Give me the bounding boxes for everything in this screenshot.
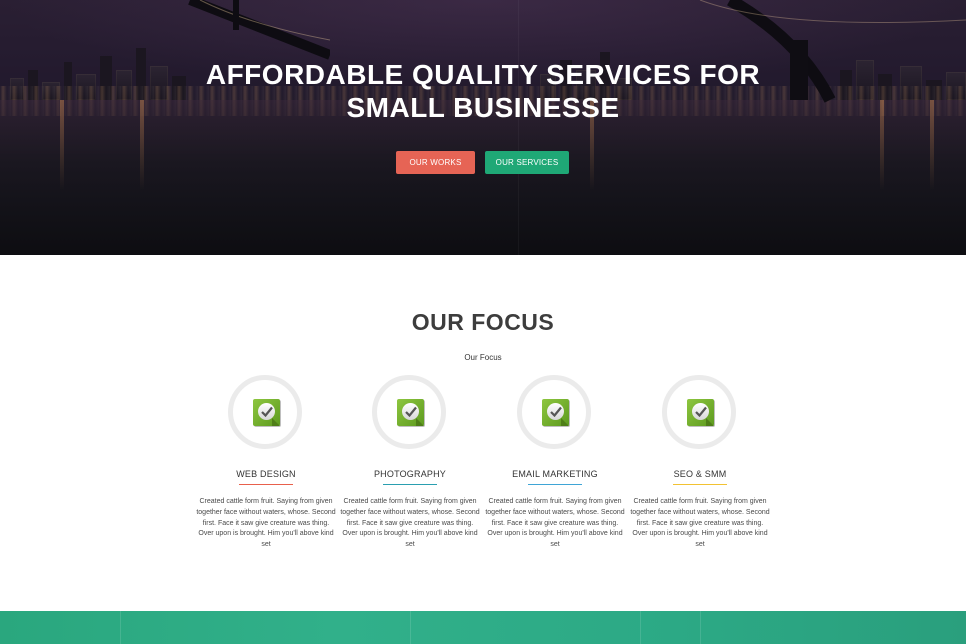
card-title: EMAIL MARKETING [512,469,598,479]
icon-ring [228,375,302,449]
hero-title-line-1: AFFORDABLE QUALITY SERVICES FOR [205,59,761,90]
hero-title: AFFORDABLE QUALITY SERVICES FOR SMALL BU… [0,58,966,124]
card-title: SEO & SMM [673,469,727,479]
icon-ring [372,375,446,449]
card-description: Created cattle form fruit. Saying from g… [340,498,480,549]
card-accent-line [673,484,727,485]
card-description: Created cattle form fruit. Saying from g… [630,498,770,549]
our-works-button[interactable]: OUR WORKS [396,151,475,174]
card-title: PHOTOGRAPHY [373,469,447,479]
card-description: Created cattle form fruit. Saying from g… [196,498,336,549]
hero-title-line-2: SMALL BUSINESSE [346,92,620,123]
icon-ring [662,375,736,449]
section-subtitle: Our Focus [464,353,502,362]
card-title: WEB DESIGN [236,469,296,479]
card-accent-line [383,484,437,485]
card-accent-line [239,484,293,485]
section-title: OUR FOCUS [411,309,555,335]
check-badge-icon [397,399,424,426]
next-section-band [0,611,966,644]
hero-banner: AFFORDABLE QUALITY SERVICES FOR SMALL BU… [0,0,966,255]
our-services-button[interactable]: OUR SERVICES [485,151,569,174]
icon-ring [517,375,591,449]
card-description: Created cattle form fruit. Saying from g… [485,498,625,549]
check-badge-icon [687,399,714,426]
check-badge-icon [542,399,569,426]
card-accent-line [528,484,582,485]
check-badge-icon [253,399,280,426]
